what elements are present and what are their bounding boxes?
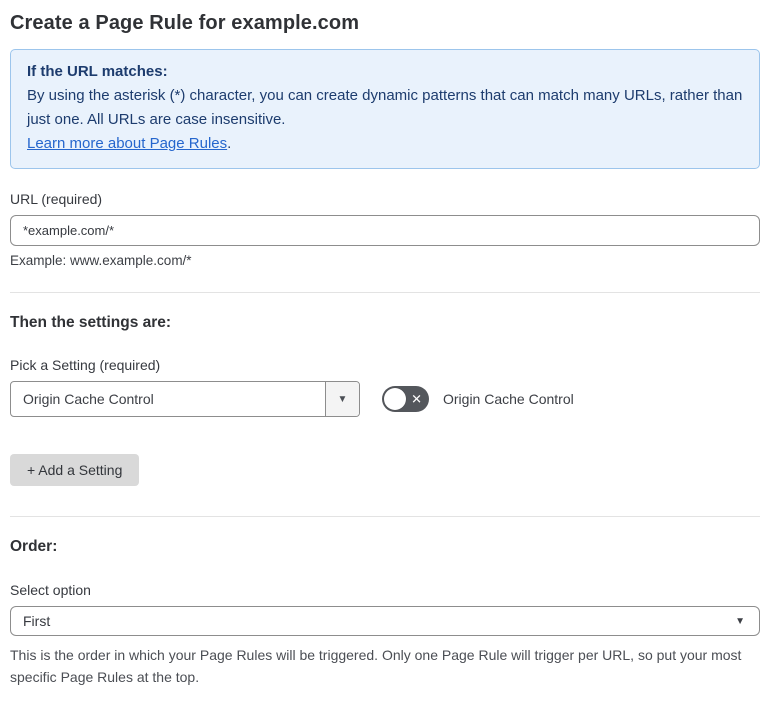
divider <box>10 292 760 293</box>
page-title: Create a Page Rule for example.com <box>10 12 360 34</box>
setting-select-arrow-button[interactable]: ▼ <box>325 382 359 416</box>
setting-select[interactable]: Origin Cache Control ▼ <box>10 381 360 417</box>
order-select-value: First <box>23 613 51 629</box>
create-page-rule-form: Create a Page Rule for example.com If th… <box>0 12 770 710</box>
add-setting-button[interactable]: + Add a Setting <box>10 454 140 486</box>
url-example-text: Example: www.example.com/* <box>10 253 192 268</box>
info-box-heading: If the URL matches: <box>27 63 168 80</box>
order-section-heading: Order: <box>10 538 58 555</box>
info-box-link-line: Learn more about Page Rules. <box>27 132 743 156</box>
chevron-down-icon: ▼ <box>735 615 745 627</box>
url-input[interactable] <box>10 215 760 246</box>
url-label: URL (required) <box>10 191 103 207</box>
toggle-off-x-icon: ✕ <box>411 391 422 407</box>
info-box-body: By using the asterisk (*) character, you… <box>27 87 743 128</box>
chevron-down-icon: ▼ <box>337 393 348 405</box>
pick-setting-label: Pick a Setting (required) <box>10 357 161 373</box>
toggle-knob <box>384 388 406 410</box>
divider <box>10 516 760 517</box>
order-select[interactable]: First ▼ <box>10 606 760 636</box>
order-help-text: This is the order in which your Page Rul… <box>10 647 742 685</box>
setting-select-value: Origin Cache Control <box>23 391 154 407</box>
toggle-label: Origin Cache Control <box>443 391 574 407</box>
setting-row: Origin Cache Control ▼ ✕ Origin Cache Co… <box>10 381 760 417</box>
order-select-label: Select option <box>10 582 91 598</box>
url-match-info-box: If the URL matches: By using the asteris… <box>10 49 760 169</box>
settings-section-heading: Then the settings are: <box>10 314 172 331</box>
learn-more-link[interactable]: Learn more about Page Rules <box>27 135 227 152</box>
origin-cache-control-toggle[interactable]: ✕ <box>382 386 429 412</box>
link-period: . <box>227 135 232 152</box>
